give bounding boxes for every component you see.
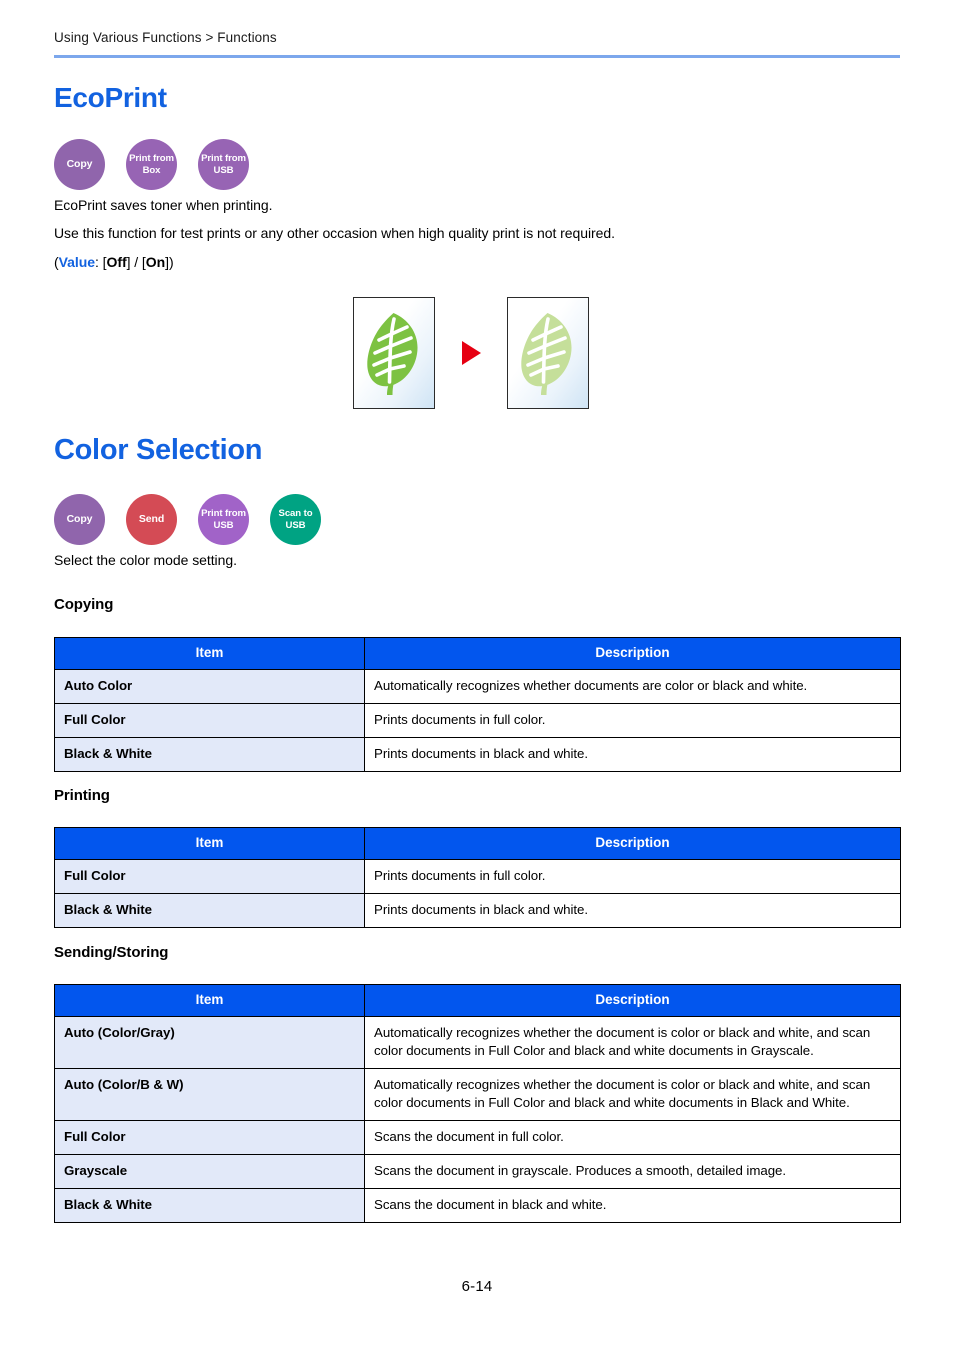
table-copying: Item Description Auto Color Automatically… [54, 637, 901, 772]
table-heading-sending-storing: Sending/Storing [54, 944, 169, 961]
cell-item: Black & White [54, 893, 365, 928]
table-sending-storing: Item Description Auto (Color/Gray) Automa… [54, 984, 901, 1223]
table-header-row: Item Description [54, 827, 901, 860]
table-header-row: Item Description [54, 984, 901, 1017]
table-printing: Item Description Full Color Prints docume… [54, 827, 901, 928]
table-body: Auto Color Automatically recognizes wheth… [54, 669, 901, 772]
table-header-row: Item Description [54, 637, 901, 670]
function-badge-label: Copy [66, 157, 93, 170]
function-badge-label: USB [213, 164, 234, 176]
function-badge-row-ecoprint: Copy Print from Box Print from USB [54, 139, 249, 190]
leaf-full-color-image [353, 297, 435, 409]
function-badge-label: Print from [129, 153, 174, 164]
function-badge-label: Copy [66, 512, 93, 525]
section-title-color-selection: Color Selection [54, 434, 263, 466]
cell-item: Black & White [54, 737, 365, 772]
ecoprint-paragraph-1: EcoPrint saves toner when printing. [54, 197, 273, 213]
function-badge-row-color-selection: Copy Send Print from USB Scan to USB [54, 494, 321, 545]
column-header-item: Item [54, 637, 365, 670]
breadcrumb: Using Various Functions > Functions [54, 30, 277, 45]
ecoprint-paragraph-2: Use this function for test prints or any… [54, 225, 615, 241]
cell-item: Auto Color [54, 669, 365, 704]
column-header-description: Description [364, 827, 901, 860]
table-row: Full Color Prints documents in full color… [54, 703, 901, 738]
ecoprint-value-line: (Value: [Off] / [On]) [54, 253, 174, 271]
color-selection-paragraph-1: Select the color mode setting. [54, 552, 237, 568]
leaf-ecoprint-image [507, 297, 589, 409]
table-row: Black & White Prints documents in black a… [54, 737, 901, 772]
cell-item: Grayscale [54, 1154, 365, 1189]
function-badge-copy: Copy [54, 494, 105, 545]
cell-item: Full Color [54, 1120, 365, 1155]
table-row: Black & White Scans the document in black… [54, 1188, 901, 1223]
function-badge-copy: Copy [54, 139, 105, 190]
value-colon: : [ [94, 254, 107, 270]
table-row: Auto (Color/Gray) Automatically recognize… [54, 1016, 901, 1069]
cell-description: Automatically recognizes whether the doc… [364, 1068, 901, 1121]
cell-description: Prints documents in black and white. [364, 893, 901, 928]
function-badge-label: USB [285, 519, 306, 531]
column-header-description: Description [364, 637, 901, 670]
cell-item: Full Color [54, 859, 365, 894]
document-page: Using Various Functions > Functions EcoP… [0, 0, 954, 1350]
cell-description: Prints documents in full color. [364, 703, 901, 738]
table-heading-copying: Copying [54, 596, 114, 613]
function-badge-label: Print from [201, 153, 246, 164]
function-badge-print-from-usb: Print from USB [198, 494, 249, 545]
cell-description: Prints documents in full color. [364, 859, 901, 894]
function-badge-scan-to-usb: Scan to USB [270, 494, 321, 545]
column-header-description: Description [364, 984, 901, 1017]
function-badge-label: Print from [201, 508, 246, 519]
cell-description: Scans the document in full color. [364, 1120, 901, 1155]
figure-arrow [435, 341, 507, 365]
function-badge-send: Send [126, 494, 177, 545]
page-header: Using Various Functions > Functions [54, 30, 900, 58]
table-row: Auto (Color/B & W) Automatically recogniz… [54, 1068, 901, 1121]
header-divider [54, 55, 900, 58]
column-header-item: Item [54, 984, 365, 1017]
value-keyword: Value [58, 254, 95, 270]
value-close-paren: ]) [165, 254, 174, 270]
value-option-on: On [145, 254, 166, 270]
value-separator: ] / [ [126, 254, 146, 270]
function-badge-label: Send [138, 512, 165, 525]
cell-item: Full Color [54, 703, 365, 738]
table-body: Auto (Color/Gray) Automatically recognize… [54, 1016, 901, 1223]
table-row: Grayscale Scans the document in grayscale… [54, 1154, 901, 1189]
value-option-off: Off [106, 254, 127, 270]
cell-description: Scans the document in grayscale. Produce… [364, 1154, 901, 1189]
function-badge-print-from-box: Print from Box [126, 139, 177, 190]
cell-item: Black & White [54, 1188, 365, 1223]
cell-item: Auto (Color/B & W) [54, 1068, 365, 1121]
table-row: Full Color Prints documents in full color… [54, 859, 901, 894]
cell-description: Prints documents in black and white. [364, 737, 901, 772]
cell-description: Automatically recognizes whether the doc… [364, 1016, 901, 1069]
section-title-ecoprint: EcoPrint [54, 82, 167, 113]
table-body: Full Color Prints documents in full color… [54, 859, 901, 928]
table-heading-printing: Printing [54, 787, 110, 804]
page-number: 6-14 [461, 1278, 493, 1295]
function-badge-print-from-usb: Print from USB [198, 139, 249, 190]
play-triangle-icon [461, 341, 481, 365]
ecoprint-figure [353, 297, 589, 409]
cell-description: Scans the document in black and white. [364, 1188, 901, 1223]
table-row: Auto Color Automatically recognizes wheth… [54, 669, 901, 704]
function-badge-label: USB [213, 519, 234, 531]
cell-item: Auto (Color/Gray) [54, 1016, 365, 1069]
table-row: Black & White Prints documents in black a… [54, 893, 901, 928]
column-header-item: Item [54, 827, 365, 860]
function-badge-label: Box [142, 164, 161, 176]
function-badge-label: Scan to [278, 508, 313, 519]
table-row: Full Color Scans the document in full col… [54, 1120, 901, 1155]
cell-description: Automatically recognizes whether documen… [364, 669, 901, 704]
